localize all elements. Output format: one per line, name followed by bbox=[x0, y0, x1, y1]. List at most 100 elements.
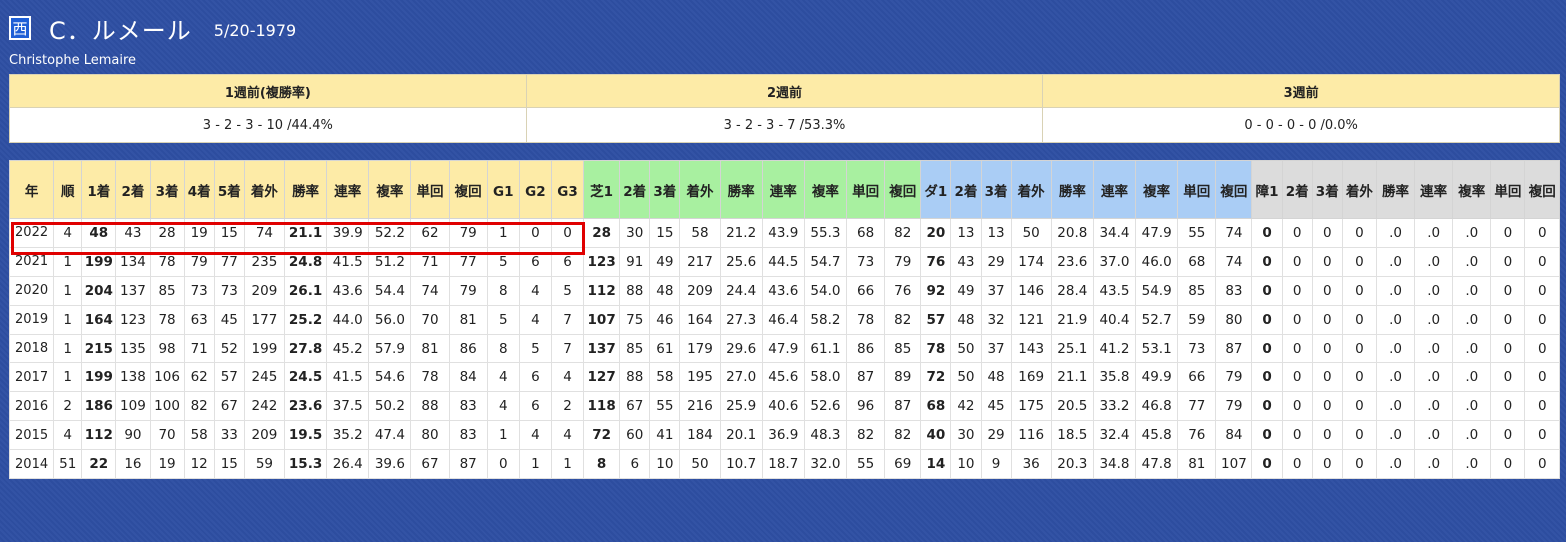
stat-cell: 60 bbox=[619, 420, 651, 451]
stat-cell: 50 bbox=[950, 333, 982, 364]
stat-cell: 46 bbox=[649, 304, 681, 335]
stat-cell: 85 bbox=[1177, 275, 1217, 306]
col-header-turf-23: 単回 bbox=[846, 160, 886, 219]
stat-cell: 58.2 bbox=[803, 304, 848, 335]
recent-weeks-value-row: 3 - 2 - 3 - 10 /44.4% 3 - 2 - 3 - 7 /53.… bbox=[9, 107, 1560, 143]
stat-cell: 235 bbox=[243, 246, 285, 277]
stat-cell: 83 bbox=[1215, 275, 1253, 306]
stat-cell: 22 bbox=[81, 449, 117, 480]
stat-cell: 63 bbox=[183, 304, 215, 335]
stat-cell: .0 bbox=[1452, 218, 1492, 248]
stat-cell: 71 bbox=[183, 333, 215, 364]
stat-cell: 0 bbox=[1251, 391, 1283, 422]
stat-cell: 0 bbox=[1490, 275, 1526, 306]
stat-cell: 24.5 bbox=[283, 362, 328, 393]
stat-cell: 0 bbox=[1341, 304, 1377, 335]
stat-cell: 10 bbox=[950, 449, 982, 480]
stat-cell: 98 bbox=[149, 333, 185, 364]
stat-cell: 33 bbox=[213, 420, 245, 451]
stat-cell: 5 bbox=[518, 333, 552, 364]
stat-cell: 0 bbox=[1281, 362, 1313, 393]
col-header-jump-37: 着外 bbox=[1341, 160, 1377, 219]
stat-cell: 4 bbox=[486, 391, 520, 422]
stat-cell: .0 bbox=[1414, 304, 1454, 335]
stat-cell: 54.6 bbox=[368, 362, 412, 393]
stat-cell: 16 bbox=[115, 449, 151, 480]
stat-cell: 88 bbox=[619, 275, 651, 306]
stat-cell: 27.8 bbox=[283, 333, 328, 364]
stat-cell: 13 bbox=[950, 218, 982, 248]
stats-row-2021: 2021 1 199 134 78 79 77 235 24.8 41.5 51.2 71 77 5 6 6 1… bbox=[8, 246, 1560, 277]
stat-cell: 199 bbox=[81, 246, 117, 277]
col-header-dirt-31: 複率 bbox=[1135, 160, 1179, 219]
stat-cell: 40 bbox=[920, 420, 952, 451]
stat-cell: 50.2 bbox=[368, 391, 412, 422]
stat-cell: 0 bbox=[1281, 246, 1313, 277]
stat-cell: .0 bbox=[1375, 449, 1416, 480]
col-header-base-15: G3 bbox=[550, 160, 585, 219]
stat-cell: 43 bbox=[115, 218, 151, 248]
stat-cell: 106 bbox=[149, 362, 185, 393]
stat-cell: 37.5 bbox=[326, 391, 370, 422]
stat-cell: 66 bbox=[846, 275, 886, 306]
col-header-dirt-25: ダ1 bbox=[920, 160, 952, 219]
week-3-label: 3週前 bbox=[1042, 74, 1560, 108]
stat-cell: 186 bbox=[81, 391, 117, 422]
stat-cell: 29 bbox=[980, 420, 1012, 451]
stat-cell: 20 bbox=[920, 218, 952, 248]
stat-cell: 54.9 bbox=[1135, 275, 1179, 306]
stat-cell: 15 bbox=[649, 218, 681, 248]
stat-cell: 55.3 bbox=[803, 218, 848, 248]
stat-cell: 0 bbox=[1341, 218, 1377, 248]
stat-cell: 0 bbox=[1524, 333, 1560, 364]
stat-cell: 77 bbox=[213, 246, 245, 277]
stat-cell: 107 bbox=[583, 304, 621, 335]
stat-cell: 0 bbox=[1251, 420, 1283, 451]
stats-header-row: 年順 1着 2着 3着 4着 5着 着外 勝率 連率 複率 単回 複回 G1 G2 G3 芝1 2着 3着 着外 勝率… bbox=[8, 160, 1560, 219]
stat-cell: .0 bbox=[1375, 304, 1416, 335]
year-cell: 2020 bbox=[8, 275, 55, 306]
stat-cell: 6 bbox=[550, 246, 585, 277]
stat-cell: 134 bbox=[115, 246, 151, 277]
stat-cell: 242 bbox=[243, 391, 285, 422]
stat-cell: .0 bbox=[1414, 420, 1454, 451]
stat-cell: 7 bbox=[550, 333, 585, 364]
stat-cell: 0 bbox=[1251, 304, 1283, 335]
stat-cell: 41.5 bbox=[326, 246, 370, 277]
stat-cell: 92 bbox=[920, 275, 952, 306]
stat-cell: 8 bbox=[486, 333, 520, 364]
stat-cell: 62 bbox=[183, 362, 215, 393]
col-header-base-0: 年 bbox=[8, 160, 55, 219]
stat-cell: 23.6 bbox=[1050, 246, 1094, 277]
stat-cell: 79 bbox=[448, 218, 488, 248]
stat-cell: 52 bbox=[213, 333, 245, 364]
stat-cell: 58 bbox=[649, 362, 681, 393]
stat-cell: 0 bbox=[1311, 275, 1343, 306]
stats-row-2016: 2016 2 186 109 100 82 67 242 23.6 37.5 50.2 88 83 4 6 2… bbox=[8, 391, 1560, 422]
stat-cell: 0 bbox=[1490, 420, 1526, 451]
stat-cell: 164 bbox=[81, 304, 117, 335]
stat-cell: 68 bbox=[846, 218, 886, 248]
year-cell: 2016 bbox=[8, 391, 55, 422]
stat-cell: 127 bbox=[583, 362, 621, 393]
stat-cell: 59 bbox=[243, 449, 285, 480]
stat-cell: 0 bbox=[1251, 333, 1283, 364]
stat-cell: 36 bbox=[1010, 449, 1052, 480]
year-cell: 2019 bbox=[8, 304, 55, 335]
col-header-dirt-27: 3着 bbox=[980, 160, 1012, 219]
stat-cell: 45.6 bbox=[761, 362, 805, 393]
stat-cell: 4 bbox=[518, 420, 552, 451]
stat-cell: 0 bbox=[1490, 391, 1526, 422]
col-header-jump-34: 障1 bbox=[1251, 160, 1283, 219]
stat-cell: 85 bbox=[149, 275, 185, 306]
col-header-base-14: G2 bbox=[518, 160, 552, 219]
stat-cell: 25.9 bbox=[719, 391, 763, 422]
jockey-header: 西 C．ルメール 5/20-1979 bbox=[9, 13, 296, 45]
stat-cell: 45.8 bbox=[1135, 420, 1179, 451]
stat-cell: 45 bbox=[980, 391, 1012, 422]
stat-cell: 209 bbox=[243, 275, 285, 306]
stat-cell: 0 bbox=[1311, 391, 1343, 422]
stat-cell: 0 bbox=[1524, 275, 1560, 306]
col-header-turf-19: 着外 bbox=[679, 160, 721, 219]
stat-cell: 146 bbox=[1010, 275, 1052, 306]
